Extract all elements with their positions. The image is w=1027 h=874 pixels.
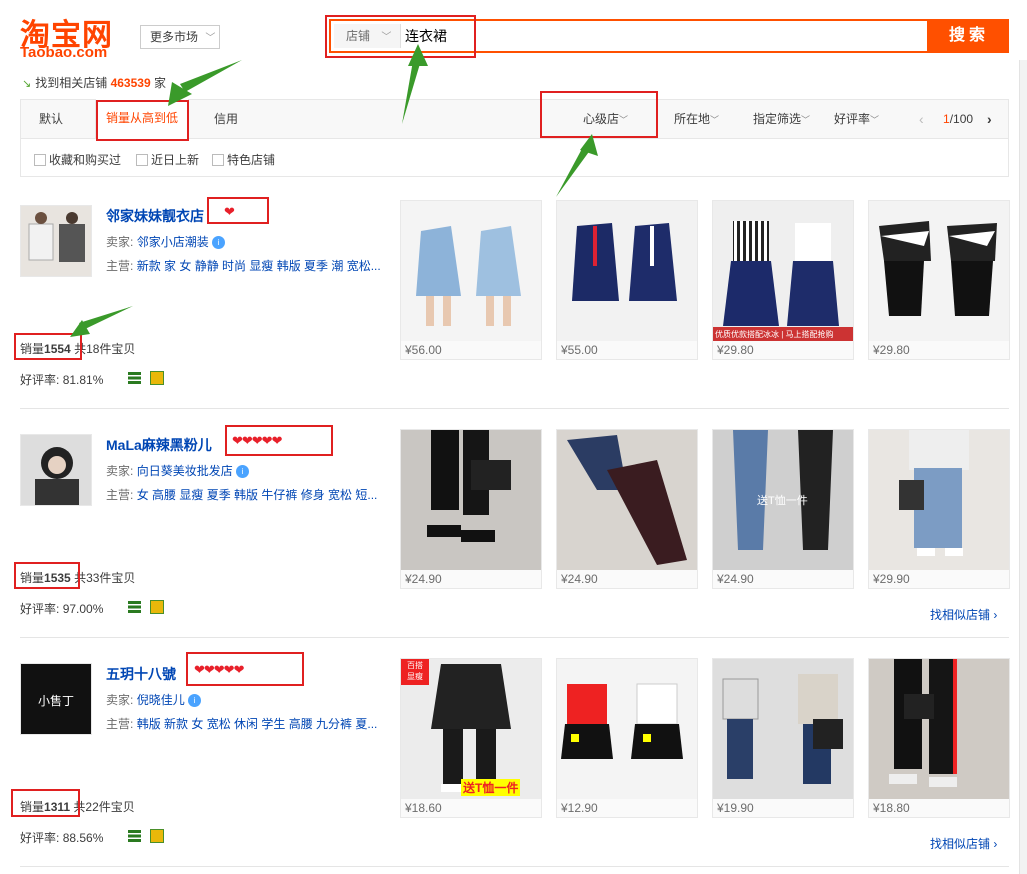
- arrow-icon: [70, 44, 598, 337]
- annotation-arrows: [70, 44, 598, 337]
